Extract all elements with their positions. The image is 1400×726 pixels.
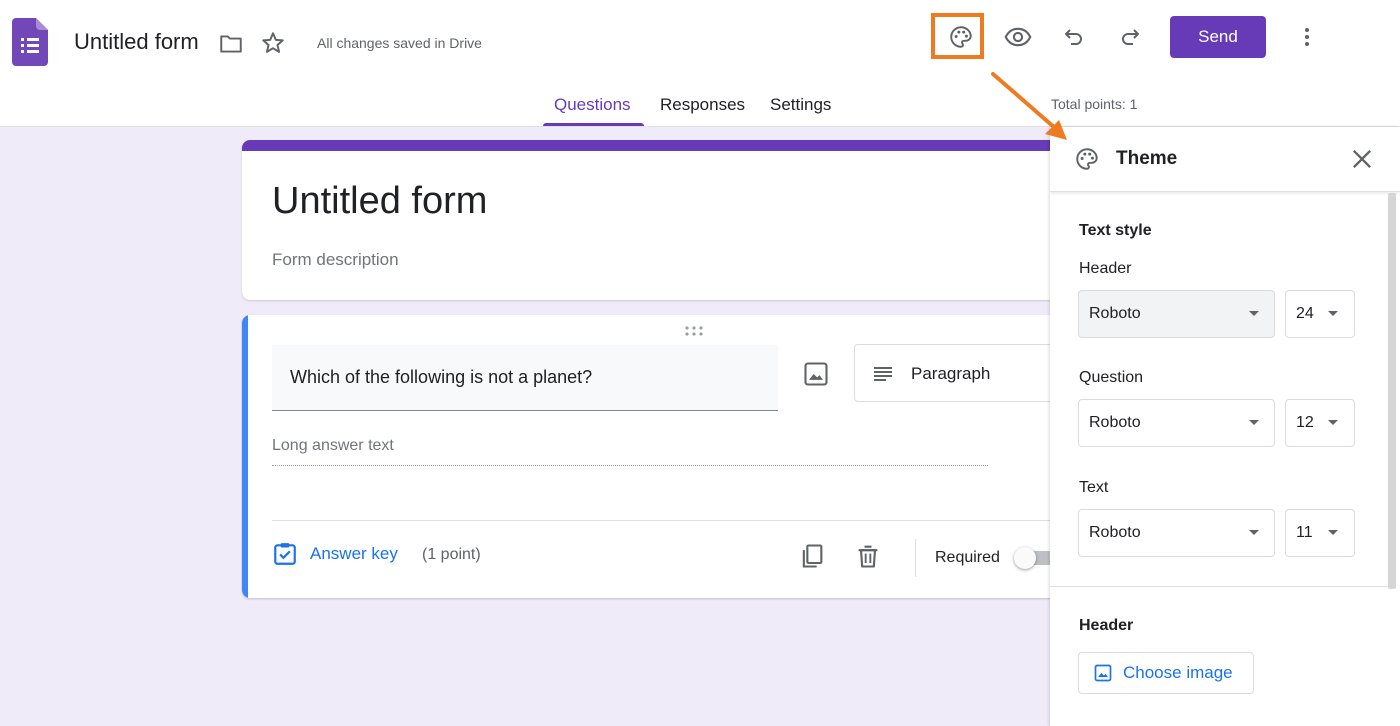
answer-key-label: Answer key: [310, 544, 398, 563]
footer-separator: [915, 539, 916, 577]
star-icon[interactable]: [260, 30, 286, 56]
header-size-value: 24: [1296, 305, 1314, 322]
image-icon: [1094, 664, 1112, 682]
panel-divider: [1050, 586, 1388, 587]
tab-settings[interactable]: Settings: [770, 95, 831, 115]
question-type-label: Paragraph: [911, 364, 991, 383]
palette-icon: [1076, 148, 1098, 170]
dropdown-arrow-icon: [1328, 311, 1338, 316]
text-font-value: Roboto: [1089, 524, 1141, 541]
paragraph-icon: [874, 367, 892, 381]
undo-icon: [1065, 29, 1082, 45]
question-card: Which of the following is not a planet? …: [242, 315, 1062, 598]
required-label: Required: [935, 549, 1000, 566]
header-section-title: Header: [1079, 617, 1134, 634]
header-size-select[interactable]: 24: [1285, 290, 1355, 338]
header-font-label: Header: [1079, 260, 1132, 277]
more-vert-icon: [1305, 28, 1309, 46]
palette-icon: [950, 26, 972, 48]
tab-responses[interactable]: Responses: [660, 95, 745, 115]
active-tab-indicator: [543, 123, 644, 126]
choose-image-label: Choose image: [1123, 663, 1233, 682]
panel-scrollbar[interactable]: [1388, 193, 1396, 589]
save-status: All changes saved in Drive: [317, 35, 482, 51]
form-title[interactable]: Untitled form: [272, 180, 487, 223]
question-text: Which of the following is not a planet?: [290, 367, 593, 387]
undo-button[interactable]: [1057, 20, 1091, 54]
close-icon[interactable]: [1348, 145, 1376, 173]
long-answer-placeholder: Long answer text: [272, 437, 394, 454]
theme-panel: Theme Text style Header Roboto 24 Questi…: [1050, 127, 1400, 726]
title-card-accent: [242, 140, 1062, 151]
tab-questions[interactable]: Questions: [554, 95, 631, 115]
preview-button[interactable]: [1001, 20, 1035, 54]
question-size-select[interactable]: 12: [1285, 399, 1355, 447]
drag-handle-icon[interactable]: [684, 325, 704, 337]
duplicate-icon[interactable]: [798, 542, 826, 570]
dropdown-arrow-icon: [1328, 530, 1338, 535]
theme-panel-title: Theme: [1116, 148, 1178, 169]
add-image-icon[interactable]: [802, 360, 830, 388]
dropdown-arrow-icon: [1249, 530, 1259, 535]
folder-icon[interactable]: [218, 31, 244, 57]
dropdown-arrow-icon: [1249, 420, 1259, 425]
text-font-label: Text: [1079, 479, 1109, 496]
answer-key-icon: [274, 543, 296, 565]
question-font-select[interactable]: Roboto: [1078, 399, 1275, 447]
redo-icon: [1122, 29, 1139, 45]
form-name[interactable]: Untitled form: [74, 29, 199, 55]
redo-button[interactable]: [1113, 20, 1147, 54]
header-font-select[interactable]: Roboto: [1078, 290, 1275, 338]
question-font-label: Question: [1079, 369, 1144, 386]
question-type-select[interactable]: Paragraph: [854, 344, 1062, 402]
points-value: (1 point): [422, 546, 481, 563]
question-size-value: 12: [1296, 414, 1314, 431]
theme-panel-header: Theme: [1050, 127, 1400, 192]
choose-image-button[interactable]: Choose image: [1078, 652, 1254, 694]
delete-icon[interactable]: [854, 542, 882, 570]
send-button[interactable]: Send: [1170, 16, 1266, 58]
text-size-value: 11: [1296, 524, 1313, 541]
text-font-select[interactable]: Roboto: [1078, 509, 1275, 557]
form-title-card: Untitled form Form description: [242, 140, 1062, 300]
customize-theme-button[interactable]: [944, 20, 978, 54]
text-style-title: Text style: [1079, 222, 1152, 239]
form-description[interactable]: Form description: [272, 250, 399, 270]
question-input[interactable]: Which of the following is not a planet?: [272, 345, 778, 411]
top-bar: Untitled form All changes saved in Drive…: [0, 0, 1400, 127]
toggle-knob: [1014, 547, 1036, 569]
dropdown-arrow-icon: [1249, 311, 1259, 316]
answer-key-button[interactable]: Answer key: [272, 541, 398, 567]
text-size-select[interactable]: 11: [1285, 509, 1355, 557]
active-card-indicator: [242, 315, 248, 598]
forms-app-icon[interactable]: [12, 18, 48, 66]
eye-icon: [1004, 27, 1032, 47]
long-answer-preview: Long answer text: [272, 437, 988, 466]
more-options-button[interactable]: [1290, 20, 1324, 54]
header-font-value: Roboto: [1089, 305, 1141, 322]
dropdown-arrow-icon: [1328, 420, 1338, 425]
question-font-value: Roboto: [1089, 414, 1141, 431]
card-divider: [272, 520, 1062, 521]
annotation-arrow: [991, 72, 1067, 140]
